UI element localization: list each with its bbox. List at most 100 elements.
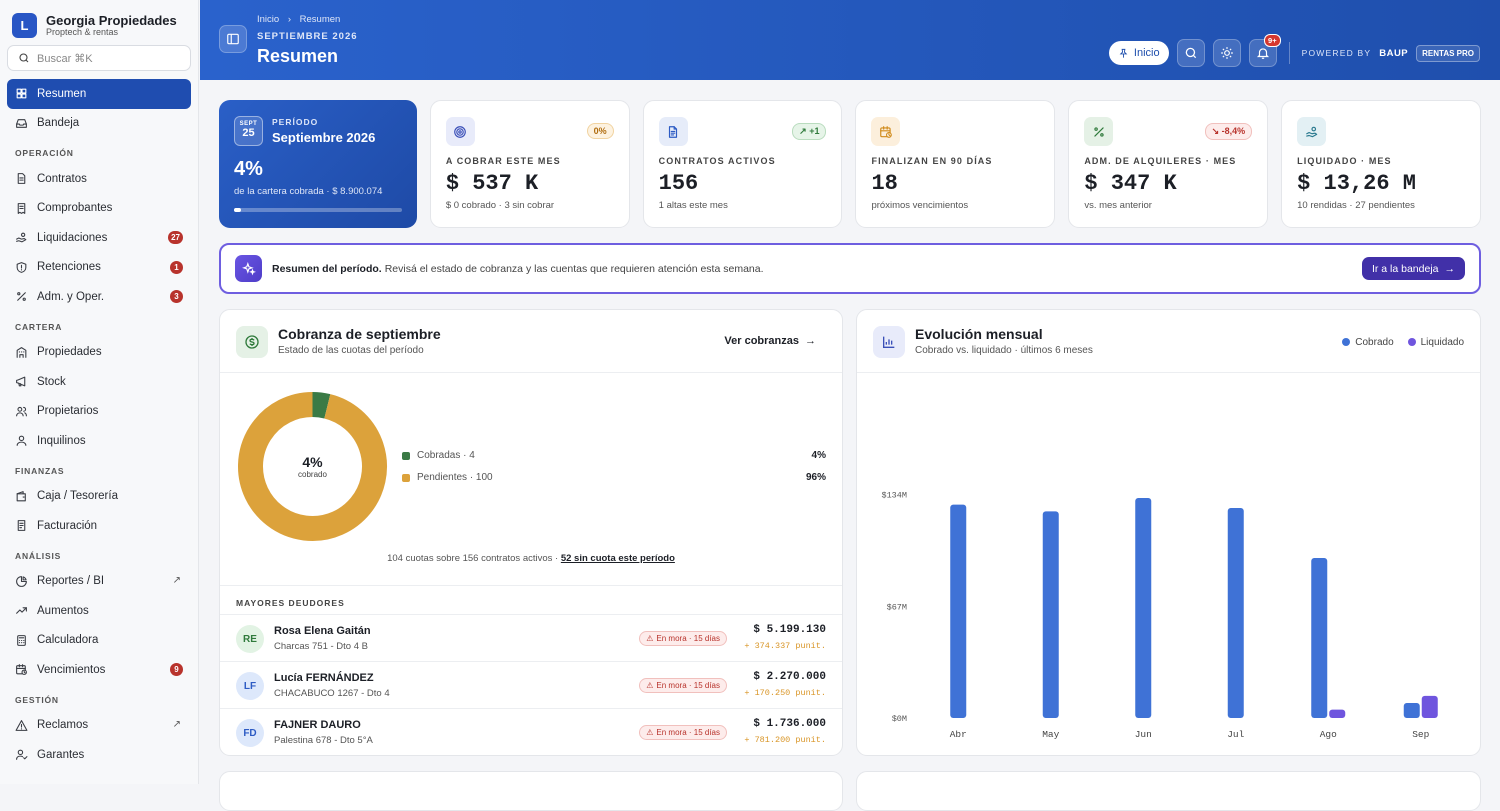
brand-tagline: Proptech & rentas — [46, 26, 119, 37]
sidebar-toggle-icon — [227, 33, 239, 45]
donut-legend-item: Cobradas · 4 4% — [402, 450, 826, 461]
sidebar-item-label: Resumen — [37, 87, 87, 100]
header-month: SEPTIEMBRE 2026 — [257, 31, 358, 42]
legend-percent: 4% — [811, 450, 826, 461]
debtor-address: CHACABUCO 1267 - Dto 4 — [274, 688, 390, 699]
period-summary-banner: Resumen del período. Revisá el estado de… — [219, 243, 1481, 294]
banner-title: Resumen del período. — [272, 262, 382, 275]
bar-cobrado-abr[interactable] — [950, 504, 967, 718]
kpi-card-contratos-activos[interactable]: ↗ +1 CONTRATOS ACTIVOS 156 1 altas este mes — [642, 100, 843, 228]
bar-liquidado-ago[interactable] — [1329, 709, 1346, 718]
sidebar-item-inquilinos[interactable]: Inquilinos — [7, 426, 191, 456]
x-tick-label: Jul — [1227, 729, 1244, 740]
brand[interactable]: L Georgia Propiedades Proptech & rentas — [0, 0, 198, 40]
legend-swatch — [402, 451, 410, 460]
kpi-change-value: 0% — [593, 126, 607, 136]
monthly-bar-chart: $0M $67M $134M Abr May Jun Jul Ago Sep — [881, 491, 1438, 740]
monthly-evolution-card: Evolución mensual Cobrado vs. liquidado … — [856, 309, 1481, 756]
alert-icon — [15, 719, 28, 732]
kpi-period-card[interactable]: SEPT 25 PERÍODO Septiembre 2026 4% de la… — [219, 100, 417, 228]
sidebar-item-retenciones[interactable]: Retenciones 1 — [7, 253, 191, 283]
receipt-icon — [15, 202, 28, 215]
legend-label: Liquidado — [1420, 337, 1464, 348]
no-installment-link[interactable]: 52 sin cuota este período — [561, 553, 675, 564]
kpi-card-finalizan-en-90-dias[interactable]: FINALIZAN EN 90 DÍAS 18 próximos vencimien… — [855, 100, 1056, 228]
debtor-address: Charcas 751 - Dto 4 B — [274, 641, 368, 652]
kpi-card-adm-de-alquileres-mes[interactable]: ↘ -8,4% ADM. DE ALQUILERES · MES $ 347 K vs… — [1068, 100, 1269, 228]
legend-label: Cobrado — [1355, 337, 1394, 348]
bar-cobrado-jun[interactable] — [1135, 498, 1152, 718]
debtor-row[interactable]: LF Lucía FERNÁNDEZ CHACABUCO 1267 - Dto 4 $… — [220, 661, 842, 708]
sidebar-item-adm-y-oper[interactable]: Adm. y Oper. 3 — [7, 282, 191, 312]
sidebar-item-label: Facturación — [37, 519, 98, 532]
sidebar-item-label: Propietarios — [37, 405, 99, 418]
percent-icon — [15, 290, 28, 303]
kpi-change-value: +1 — [809, 126, 820, 136]
x-tick-label: Jun — [1135, 729, 1152, 740]
monthly-evolution-title: Evolución mensual — [915, 326, 1043, 342]
search-placeholder: Buscar ⌘K — [37, 52, 93, 65]
sidebar-item-vencimientos[interactable]: Vencimientos 9 — [7, 655, 191, 685]
sidebar-item-propietarios[interactable]: Propietarios — [7, 397, 191, 427]
debtor-row[interactable]: FD FAJNER DAURO Palestina 678 - Dto 5°A $ 1… — [220, 708, 842, 755]
sidebar-item-reclamos[interactable]: Reclamos ↗ — [7, 711, 191, 741]
page-header: Inicio › Resumen SEPTIEMBRE 2026 Resumen… — [200, 0, 1500, 80]
view-collections-link[interactable]: Ver cobranzas → — [724, 335, 816, 347]
installments-summary-text: 104 cuotas sobre 156 contratos activos · — [387, 553, 559, 564]
sidebar-item-bandeja[interactable]: Bandeja — [7, 109, 191, 139]
sidebar-item-garantes[interactable]: Garantes — [7, 740, 191, 770]
external-link-icon: ↗ — [172, 718, 181, 730]
kpi-change-chip: ↘ -8,4% — [1204, 123, 1253, 140]
sidebar-item-aumentos[interactable]: Aumentos — [7, 596, 191, 626]
toggle-sidebar-button[interactable] — [219, 25, 247, 53]
kpi-value: $ 347 K — [1084, 171, 1177, 196]
sidebar-item-stock[interactable]: Stock — [7, 367, 191, 397]
search-input[interactable]: Buscar ⌘K — [7, 45, 191, 71]
breadcrumb-home[interactable]: Inicio — [257, 14, 279, 25]
bell-icon — [1256, 48, 1269, 59]
sidebar-item-liquidaciones[interactable]: Liquidaciones 27 — [7, 223, 191, 253]
bar-cobrado-may[interactable] — [1042, 511, 1059, 718]
theme-toggle-button[interactable] — [1212, 39, 1241, 67]
notifications-button[interactable]: 9+ — [1248, 34, 1281, 67]
sidebar-item-label: Propiedades — [37, 346, 102, 359]
bar-cobrado-jul[interactable] — [1227, 508, 1244, 718]
bar-liquidado-sep[interactable] — [1421, 695, 1438, 718]
go-to-inbox-label: Ir a la bandeja — [1371, 262, 1439, 275]
search-button[interactable] — [1176, 39, 1205, 67]
sidebar-item-comprobantes[interactable]: Comprobantes — [7, 194, 191, 224]
kpi-sub: próximos vencimientos — [871, 200, 969, 211]
view-collections-label: Ver cobranzas — [724, 335, 799, 347]
period-value: Septiembre 2026 — [272, 130, 376, 145]
building-icon — [15, 346, 28, 359]
legend-dot — [1342, 338, 1351, 346]
kpi-card-a-cobrar-este-mes[interactable]: 0% A COBRAR ESTE MES $ 537 K $ 0 cobrado · … — [429, 100, 630, 228]
external-link-icon: ↗ — [172, 574, 181, 586]
count-badge: 1 — [170, 260, 183, 274]
sidebar-item-facturacion[interactable]: Facturación — [7, 511, 191, 541]
avatar: LF — [236, 672, 264, 700]
y-tick-label: $0M — [892, 714, 907, 724]
kpi-label: CONTRATOS ACTIVOS — [658, 156, 776, 166]
kpi-card-liquidado-mes[interactable]: LIQUIDADO · MES $ 13,26 M 10 rendidas · 27… — [1281, 100, 1481, 228]
home-pill-button[interactable]: Inicio — [1108, 41, 1169, 65]
sidebar-item-reportes-bi[interactable]: Reportes / BI ↗ — [7, 567, 191, 597]
sidebar-item-label: Comprobantes — [37, 202, 113, 215]
debtor-amount: $ 2.270.000 — [753, 671, 826, 683]
debtor-row[interactable]: RE Rosa Elena Gaitán Charcas 751 - Dto 4 B… — [220, 614, 842, 661]
breadcrumb-separator: › — [287, 14, 291, 25]
go-to-inbox-button[interactable]: Ir a la bandeja → — [1361, 257, 1465, 280]
donut-center-value: 4% — [302, 454, 323, 470]
sparkles-icon — [235, 255, 262, 282]
powered-by-label: POWERED BY — [1301, 48, 1372, 58]
sidebar-item-propiedades[interactable]: Propiedades — [7, 338, 191, 368]
invoice-icon — [15, 519, 28, 532]
sidebar-item-resumen[interactable]: Resumen — [7, 79, 191, 109]
sidebar-item-caja-tesoreria[interactable]: Caja / Tesorería — [7, 482, 191, 512]
brand-name: Georgia Propiedades — [46, 12, 177, 28]
sidebar-item-calculadora[interactable]: Calculadora — [7, 626, 191, 656]
bar-cobrado-ago[interactable] — [1311, 558, 1328, 718]
bar-cobrado-sep[interactable] — [1403, 703, 1420, 718]
trend-up-icon — [15, 604, 28, 617]
sidebar-item-contratos[interactable]: Contratos — [7, 164, 191, 194]
